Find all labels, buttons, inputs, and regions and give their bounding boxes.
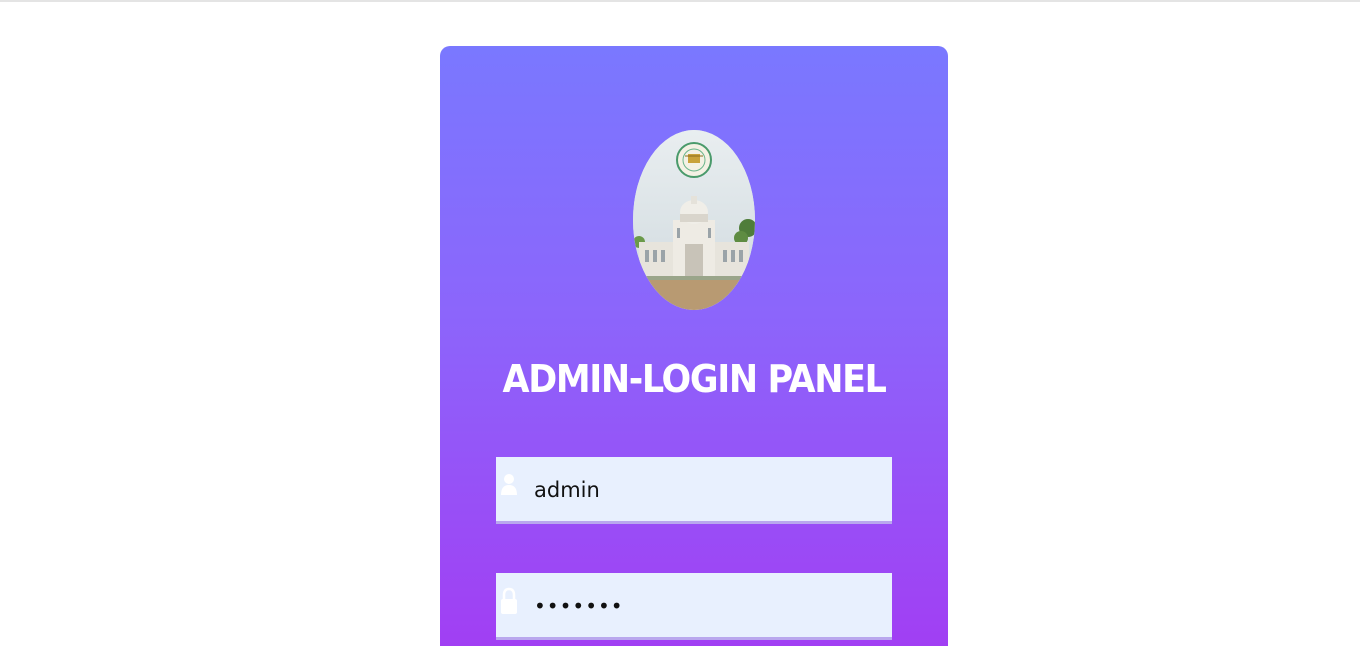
- court-building-logo: [633, 130, 755, 310]
- user-icon: [501, 474, 517, 495]
- login-card: ADMIN-LOGIN PANEL: [440, 46, 948, 646]
- password-input[interactable]: [534, 585, 874, 627]
- password-field[interactable]: [496, 573, 892, 640]
- page-title: ADMIN-LOGIN PANEL: [502, 357, 887, 401]
- lock-icon: [501, 587, 517, 614]
- username-field[interactable]: [496, 457, 892, 524]
- username-input[interactable]: [534, 469, 874, 511]
- top-divider: [0, 0, 1360, 2]
